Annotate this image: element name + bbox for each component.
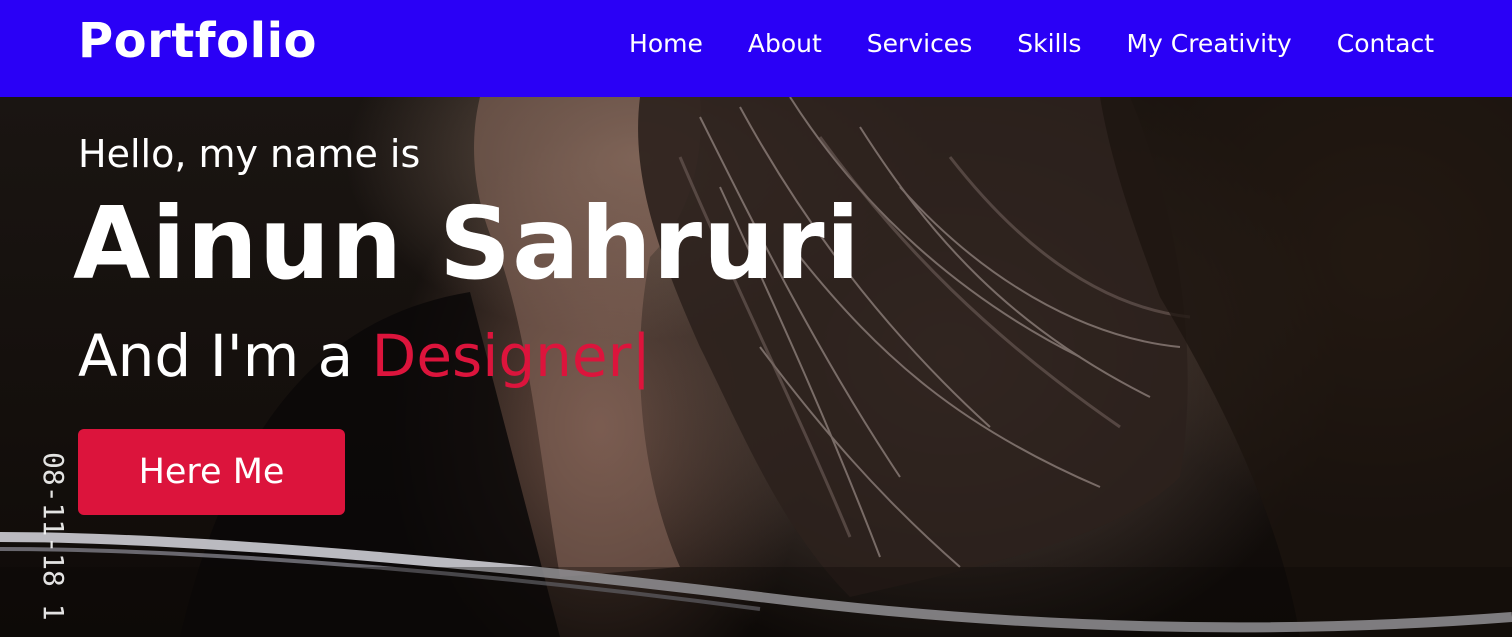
nav-item-about: About [748, 29, 822, 58]
typing-cursor: | [631, 322, 651, 390]
nav-item-my-creativity: My Creativity [1126, 29, 1291, 58]
nav-link-home[interactable]: Home [629, 29, 703, 58]
nav-item-contact: Contact [1337, 29, 1434, 58]
role-typed-text: Designer [371, 322, 632, 390]
hero-name: Ainun Sahruri [73, 185, 861, 302]
hero-section: Hello, my name is Ainun Sahruri And I'm … [0, 97, 1512, 637]
hero-greeting: Hello, my name is [78, 132, 421, 176]
nav-link-skills[interactable]: Skills [1017, 29, 1081, 58]
here-me-button[interactable]: Here Me [78, 429, 345, 515]
role-prefix: And I'm a [78, 322, 372, 390]
hero-role-line: And I'm a Designer| [78, 322, 651, 390]
nav-item-skills: Skills [1017, 29, 1081, 58]
nav-link-contact[interactable]: Contact [1337, 29, 1434, 58]
navbar: Portfolio Home About Services Skills My … [0, 0, 1512, 97]
nav-link-services[interactable]: Services [867, 29, 972, 58]
nav-item-services: Services [867, 29, 972, 58]
nav-menu: Home About Services Skills My Creativity… [629, 0, 1434, 87]
photo-date-stamp: 08-11-18 1 [37, 452, 70, 621]
nav-item-home: Home [629, 29, 703, 58]
nav-link-my-creativity[interactable]: My Creativity [1126, 29, 1291, 58]
nav-link-about[interactable]: About [748, 29, 822, 58]
logo[interactable]: Portfolio [78, 13, 317, 69]
